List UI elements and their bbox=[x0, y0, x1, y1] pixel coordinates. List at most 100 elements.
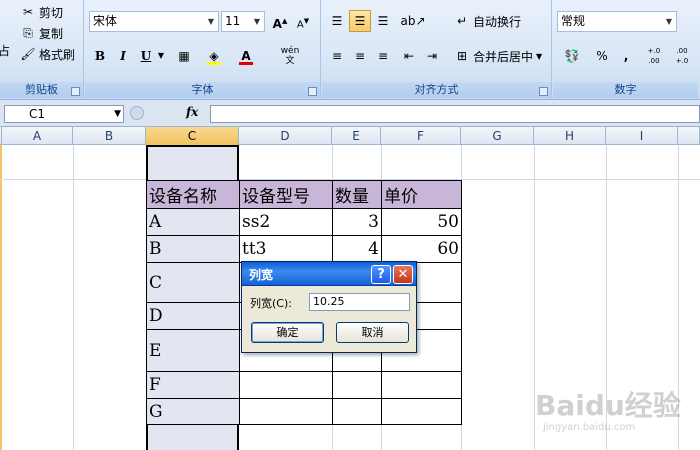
cell-model[interactable]: tt3 bbox=[239, 235, 333, 263]
column-header-i[interactable]: I bbox=[606, 127, 678, 145]
insert-function-icon[interactable]: fx bbox=[186, 105, 198, 119]
font-group: 宋体 ▼ 11 ▼ A▲ A▼ B I U ▼ ▦ ◈ A wén 文 字体 bbox=[85, 0, 321, 100]
font-name-select[interactable]: 宋体 ▼ bbox=[89, 11, 219, 32]
cell-qty[interactable] bbox=[332, 398, 382, 425]
column-header-j[interactable] bbox=[678, 127, 700, 145]
column-header-b[interactable]: B bbox=[73, 127, 146, 145]
cell-qty[interactable]: 4 bbox=[332, 235, 382, 263]
align-right-icon: ≡ bbox=[377, 49, 389, 63]
font-color-icon: A bbox=[241, 49, 251, 63]
column-header-g[interactable]: G bbox=[461, 127, 534, 145]
chevron-down-icon: ▼ bbox=[536, 51, 543, 61]
cancel-button[interactable]: 取消 bbox=[336, 322, 409, 343]
cell-model[interactable] bbox=[239, 371, 333, 399]
wrap-text-icon: ↵ bbox=[456, 14, 468, 28]
comma-button[interactable]: , bbox=[615, 45, 637, 67]
number-format-select[interactable]: 常规 ▼ bbox=[557, 11, 677, 32]
column-width-input[interactable]: 10.25 bbox=[309, 293, 410, 311]
column-header-h[interactable]: H bbox=[534, 127, 606, 145]
italic-button[interactable]: I bbox=[112, 45, 134, 67]
cell-name[interactable]: D bbox=[146, 302, 240, 330]
align-left-button[interactable]: ≡ bbox=[326, 45, 348, 67]
cell-price[interactable]: 60 bbox=[381, 235, 462, 263]
cell-model[interactable] bbox=[239, 398, 333, 425]
alignment-launcher[interactable] bbox=[539, 87, 548, 96]
header-cell-name[interactable]: 设备名称 bbox=[146, 180, 240, 209]
header-cell-model[interactable]: 设备型号 bbox=[239, 180, 333, 209]
paste-button[interactable]: 占 bbox=[0, 40, 10, 60]
close-icon: ✕ bbox=[397, 267, 409, 282]
format-painter-button[interactable]: 🖌 格式刷 bbox=[20, 44, 75, 64]
dialog-title-bar[interactable]: 列宽 ? ✕ bbox=[242, 262, 416, 286]
header-cell-qty[interactable]: 数量 bbox=[332, 180, 382, 209]
align-center-button[interactable]: ≡ bbox=[349, 45, 371, 67]
increase-decimal-button[interactable]: +.0 .00 bbox=[641, 45, 667, 67]
increase-decimal-icon: +.0 .00 bbox=[647, 47, 661, 65]
wrap-text-button[interactable]: ↵ 自动换行 bbox=[454, 11, 521, 31]
formula-input[interactable] bbox=[210, 105, 700, 123]
ok-button[interactable]: 确定 bbox=[251, 322, 324, 343]
percent-button[interactable]: % bbox=[591, 45, 613, 67]
column-header-e[interactable]: E bbox=[332, 127, 381, 145]
cell-price[interactable]: 50 bbox=[381, 208, 462, 236]
cell-name[interactable]: C bbox=[146, 262, 240, 303]
clipboard-group: 占 ✂ 剪切 ⎘ 复制 🖌 格式刷 剪贴板 bbox=[0, 0, 84, 100]
header-cell-price[interactable]: 单价 bbox=[381, 180, 462, 209]
phonetic-button[interactable]: wén 文 bbox=[275, 45, 305, 67]
clipboard-launcher[interactable] bbox=[71, 87, 80, 96]
column-header-f[interactable]: F bbox=[381, 127, 461, 145]
cell-price[interactable] bbox=[381, 398, 462, 425]
currency-icon: 💱 bbox=[564, 49, 580, 63]
font-color-button[interactable]: A bbox=[235, 45, 257, 67]
chevron-down-icon: ▼ bbox=[253, 17, 261, 26]
phonetic-icon: wén bbox=[280, 46, 300, 56]
formula-splitter-icon[interactable] bbox=[130, 106, 144, 120]
close-button[interactable]: ✕ bbox=[393, 265, 413, 284]
copy-button[interactable]: ⎘ 复制 bbox=[20, 23, 63, 43]
ribbon: 占 ✂ 剪切 ⎘ 复制 🖌 格式刷 剪贴板 宋体 ▼ 11 ▼ A▲ A▼ B … bbox=[0, 0, 700, 100]
decrease-indent-button[interactable]: ⇤ bbox=[398, 45, 420, 67]
border-button[interactable]: ▦ bbox=[173, 45, 195, 67]
align-top-button[interactable]: ☰ bbox=[326, 10, 348, 32]
underline-button[interactable]: U bbox=[135, 45, 157, 67]
align-bottom-button[interactable]: ☰ bbox=[372, 10, 394, 32]
help-button[interactable]: ? bbox=[371, 265, 391, 284]
cell-name[interactable]: F bbox=[146, 371, 240, 399]
paste-label: 占 bbox=[0, 43, 11, 58]
cut-button[interactable]: ✂ 剪切 bbox=[20, 2, 63, 22]
currency-button[interactable]: 💱 bbox=[557, 45, 587, 67]
orientation-button[interactable]: ab↗ bbox=[398, 10, 428, 32]
column-header-c[interactable]: C bbox=[146, 127, 239, 145]
fill-color-button[interactable]: ◈ bbox=[203, 45, 225, 67]
decrease-decimal-button[interactable]: .00 +.0 bbox=[669, 45, 695, 67]
cell-qty[interactable]: 3 bbox=[332, 208, 382, 236]
name-box[interactable]: C1 ▼ bbox=[4, 105, 124, 123]
column-header-d[interactable]: D bbox=[239, 127, 332, 145]
grow-font-icon: A bbox=[272, 17, 282, 31]
underline-dropdown[interactable]: ▼ bbox=[155, 45, 167, 67]
merge-center-button[interactable]: ⊞ 合并后居中 ▼ bbox=[454, 46, 542, 66]
bold-button[interactable]: B bbox=[89, 45, 111, 67]
font-size-select[interactable]: 11 ▼ bbox=[221, 11, 265, 32]
number-group-label: 数字 bbox=[553, 82, 698, 98]
cell-model[interactable]: ss2 bbox=[239, 208, 333, 236]
align-middle-button[interactable]: ☰ bbox=[349, 10, 371, 32]
shrink-font-button[interactable]: A▼ bbox=[292, 10, 314, 32]
font-launcher[interactable] bbox=[308, 87, 317, 96]
cell-name[interactable]: G bbox=[146, 398, 240, 425]
increase-indent-button[interactable]: ⇥ bbox=[421, 45, 443, 67]
cell-price[interactable] bbox=[381, 371, 462, 399]
column-header-a[interactable]: A bbox=[2, 127, 73, 145]
align-right-button[interactable]: ≡ bbox=[372, 45, 394, 67]
scissors-icon: ✂ bbox=[22, 5, 34, 19]
cell-name[interactable]: E bbox=[146, 329, 240, 372]
bold-icon: B bbox=[94, 49, 106, 63]
table-row: A ss2 3 50 bbox=[146, 208, 462, 236]
cell-qty[interactable] bbox=[332, 371, 382, 399]
chevron-down-icon: ▼ bbox=[665, 17, 673, 26]
cell-name[interactable]: A bbox=[146, 208, 240, 236]
font-size-value: 11 bbox=[225, 14, 241, 28]
cell-name[interactable]: B bbox=[146, 235, 240, 263]
grow-font-button[interactable]: A▲ bbox=[269, 10, 291, 32]
table-row: B tt3 4 60 bbox=[146, 235, 462, 263]
